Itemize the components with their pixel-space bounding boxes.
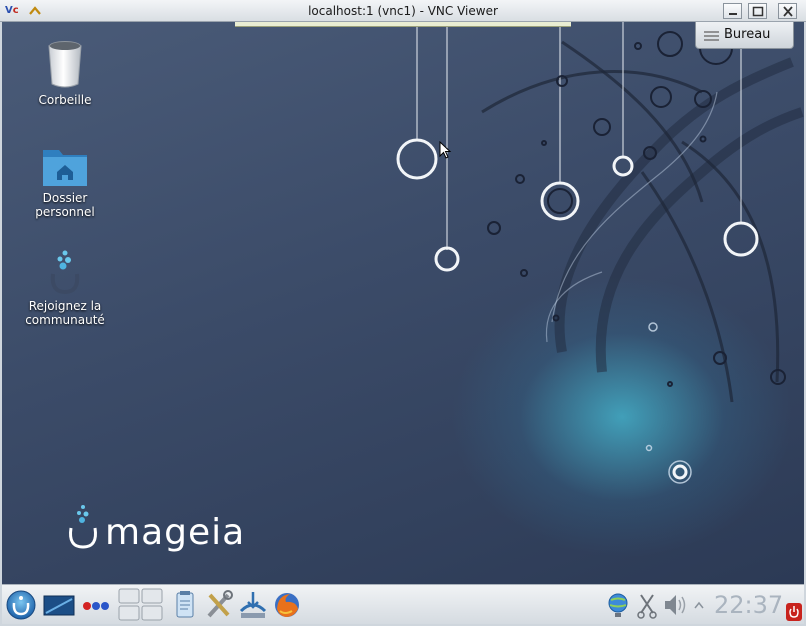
show-desktop-icon bbox=[43, 595, 75, 616]
minimize-button[interactable] bbox=[723, 3, 742, 19]
scissors-icon bbox=[637, 594, 657, 619]
tools-icon bbox=[207, 590, 233, 618]
community-desktop-icon[interactable]: Rejoignez la communauté bbox=[15, 248, 115, 327]
trash-icon bbox=[48, 41, 82, 88]
firefox-icon bbox=[275, 593, 299, 617]
vnc-title-bar[interactable]: Vc localhost:1 (vnc1) - VNC Viewer bbox=[0, 0, 806, 22]
volume-icon bbox=[665, 595, 686, 615]
bureau-label: Bureau bbox=[724, 27, 771, 42]
power-button[interactable] bbox=[786, 603, 802, 621]
home-folder-label-1: Dossier bbox=[42, 191, 88, 205]
wallpaper-decoration bbox=[396, 22, 804, 484]
community-label-1: Rejoignez la bbox=[28, 299, 102, 313]
desktop-settings-icon bbox=[704, 31, 719, 41]
desktop[interactable]: Corbeille Dossier personnel Rejoignez la… bbox=[2, 22, 804, 584]
mageia-brand-text: mageia bbox=[105, 512, 246, 553]
mageia-menu-icon bbox=[6, 590, 36, 620]
activities-button[interactable] bbox=[80, 589, 114, 621]
community-label-2: communauté bbox=[25, 313, 105, 327]
bureau-button[interactable]: Bureau bbox=[695, 22, 794, 49]
show-desktop-button[interactable] bbox=[42, 589, 76, 621]
color-dots-icon bbox=[83, 602, 109, 610]
mageia-menu-button[interactable] bbox=[4, 589, 38, 621]
home-folder-desktop-icon[interactable]: Dossier personnel bbox=[15, 146, 115, 219]
mageia-logo-icon bbox=[69, 505, 97, 549]
window-title: localhost:1 (vnc1) - VNC Viewer bbox=[308, 4, 498, 18]
trash-label: Corbeille bbox=[38, 93, 92, 107]
network-globe-icon bbox=[608, 593, 628, 617]
taskbar-clock[interactable]: 22:37 bbox=[714, 591, 783, 619]
home-folder-label-2: personnel bbox=[35, 205, 95, 219]
desktop-pager[interactable] bbox=[118, 588, 164, 622]
vnc-progress-line bbox=[235, 22, 571, 27]
clipboard-icon bbox=[176, 591, 194, 618]
power-icon bbox=[786, 603, 802, 621]
maximize-button[interactable] bbox=[748, 3, 767, 19]
klipper-tray[interactable] bbox=[636, 589, 658, 621]
close-button[interactable] bbox=[778, 3, 797, 19]
network-status-tray[interactable] bbox=[606, 589, 630, 621]
network-install-icon bbox=[239, 592, 267, 618]
control-center-button[interactable] bbox=[204, 589, 234, 621]
volume-tray[interactable] bbox=[662, 589, 690, 621]
taskbar[interactable]: 22:37 bbox=[2, 584, 804, 624]
home-folder-icon bbox=[43, 150, 87, 186]
firefox-button[interactable] bbox=[272, 589, 302, 621]
trash-desktop-icon[interactable]: Corbeille bbox=[15, 38, 115, 107]
pager-icon bbox=[118, 588, 163, 621]
software-install-button[interactable] bbox=[238, 589, 268, 621]
mageia-community-icon bbox=[50, 250, 80, 295]
clipboard-button[interactable] bbox=[172, 589, 198, 621]
tray-expand-button[interactable] bbox=[692, 589, 706, 621]
mouse-cursor-icon bbox=[439, 141, 452, 159]
tray-expand-icon bbox=[694, 601, 704, 609]
